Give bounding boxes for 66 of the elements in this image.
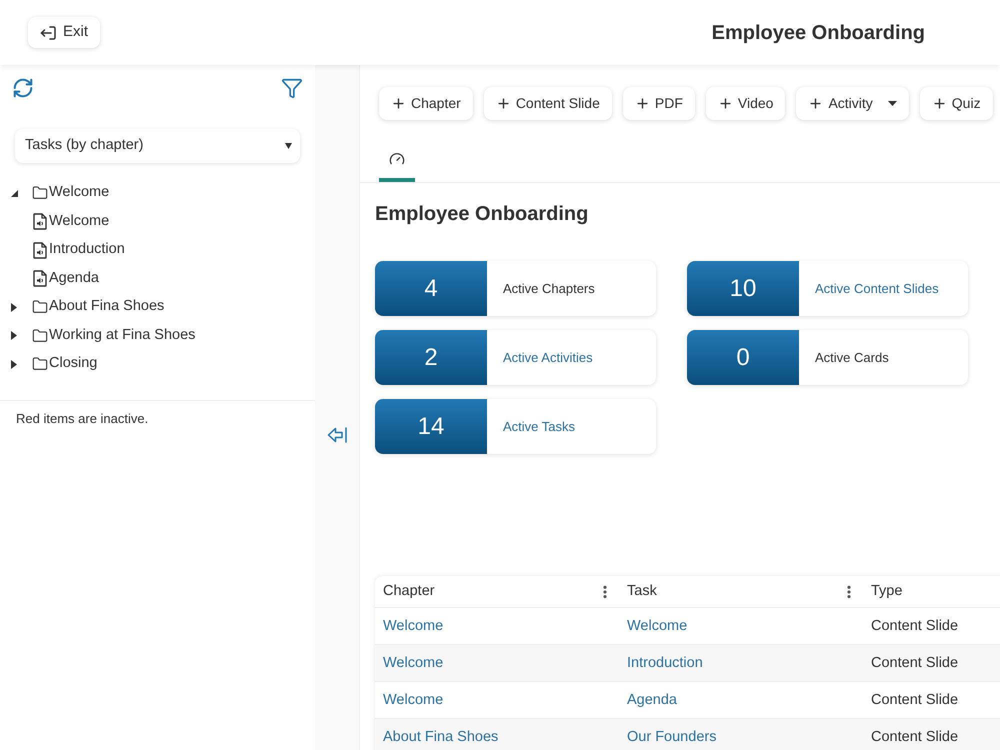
task-link[interactable]: Introduction — [627, 655, 703, 671]
stat-link[interactable]: Active Tasks — [503, 416, 576, 436]
caret-right-icon[interactable] — [11, 360, 17, 369]
column-header: Chapter — [383, 582, 435, 601]
plus-icon — [718, 96, 733, 111]
caret-down-icon[interactable] — [11, 190, 18, 197]
audio-file-icon — [33, 242, 47, 259]
tree-item[interactable]: Agenda — [49, 268, 99, 290]
plus-icon — [808, 96, 824, 111]
column-header: Type — [871, 582, 902, 601]
stat-link[interactable]: Active Activities — [503, 348, 593, 368]
caret-right-icon[interactable] — [11, 331, 17, 340]
tree-item[interactable]: Closing — [49, 353, 98, 376]
exit-icon — [40, 26, 56, 40]
legend-note: Red items are inactive. — [16, 410, 148, 426]
plus-icon — [496, 96, 511, 111]
count-tile: 4 — [375, 261, 487, 316]
count-tile: 14 — [375, 399, 487, 454]
section-heading: Employee Onboarding — [375, 202, 590, 227]
caret-down-icon — [285, 143, 292, 149]
caret-right-icon[interactable] — [11, 302, 17, 312]
stat-link[interactable]: Active Content Slides — [815, 278, 939, 298]
folder-icon — [32, 299, 48, 316]
count-tile: 2 — [375, 330, 487, 385]
tree-item[interactable]: Introduction — [49, 239, 125, 262]
table-cell: Content Slide — [871, 729, 958, 745]
collapse-panel-icon[interactable] — [326, 426, 348, 444]
plus-icon — [634, 96, 650, 111]
table-cell: Content Slide — [871, 618, 958, 634]
audio-file-icon — [33, 213, 47, 230]
page-title: Employee Onboarding — [712, 20, 925, 46]
folder-icon — [32, 185, 48, 202]
column-header: Task — [627, 582, 657, 601]
gauge-icon — [389, 151, 405, 167]
exit-button[interactable]: Exit — [28, 17, 100, 48]
stat-label: Active Chapters — [503, 280, 595, 298]
table-cell: Content Slide — [871, 655, 958, 671]
chapter-link[interactable]: Welcome — [383, 655, 444, 671]
add-button[interactable]: Quiz — [920, 87, 993, 120]
task-link[interactable]: Agenda — [627, 692, 677, 708]
add-button[interactable]: Chapter — [379, 87, 473, 120]
task-link[interactable]: Our Founders — [627, 729, 716, 745]
add-button[interactable]: Activity — [796, 87, 909, 120]
chapter-link[interactable]: About Fina Shoes — [383, 729, 498, 745]
stat-label: Active Cards — [815, 348, 889, 367]
count-tile: 10 — [687, 261, 799, 316]
chapter-link[interactable]: Welcome — [383, 692, 444, 708]
tree-item[interactable]: About Fina Shoes — [49, 296, 164, 318]
chapter-link[interactable]: Welcome — [383, 618, 444, 634]
refresh-icon[interactable] — [12, 77, 34, 99]
tree-item[interactable]: Working at Fina Shoes — [49, 324, 196, 347]
plus-icon — [391, 96, 406, 111]
plus-icon — [932, 96, 947, 111]
table-cell: Content Slide — [871, 692, 958, 708]
tree-item[interactable]: Welcome — [49, 210, 110, 233]
filter-icon[interactable] — [281, 77, 303, 99]
view-select[interactable]: Tasks (by chapter) — [15, 129, 300, 163]
add-button[interactable]: PDF — [622, 87, 695, 120]
audio-file-icon — [33, 270, 47, 288]
add-button[interactable]: Video — [706, 87, 786, 120]
task-link[interactable]: Welcome — [627, 618, 688, 634]
folder-icon — [32, 328, 48, 344]
count-tile: 0 — [687, 330, 799, 385]
tree-item[interactable]: Welcome — [49, 182, 110, 204]
add-button[interactable]: Content Slide — [484, 87, 612, 120]
folder-icon — [32, 356, 48, 372]
